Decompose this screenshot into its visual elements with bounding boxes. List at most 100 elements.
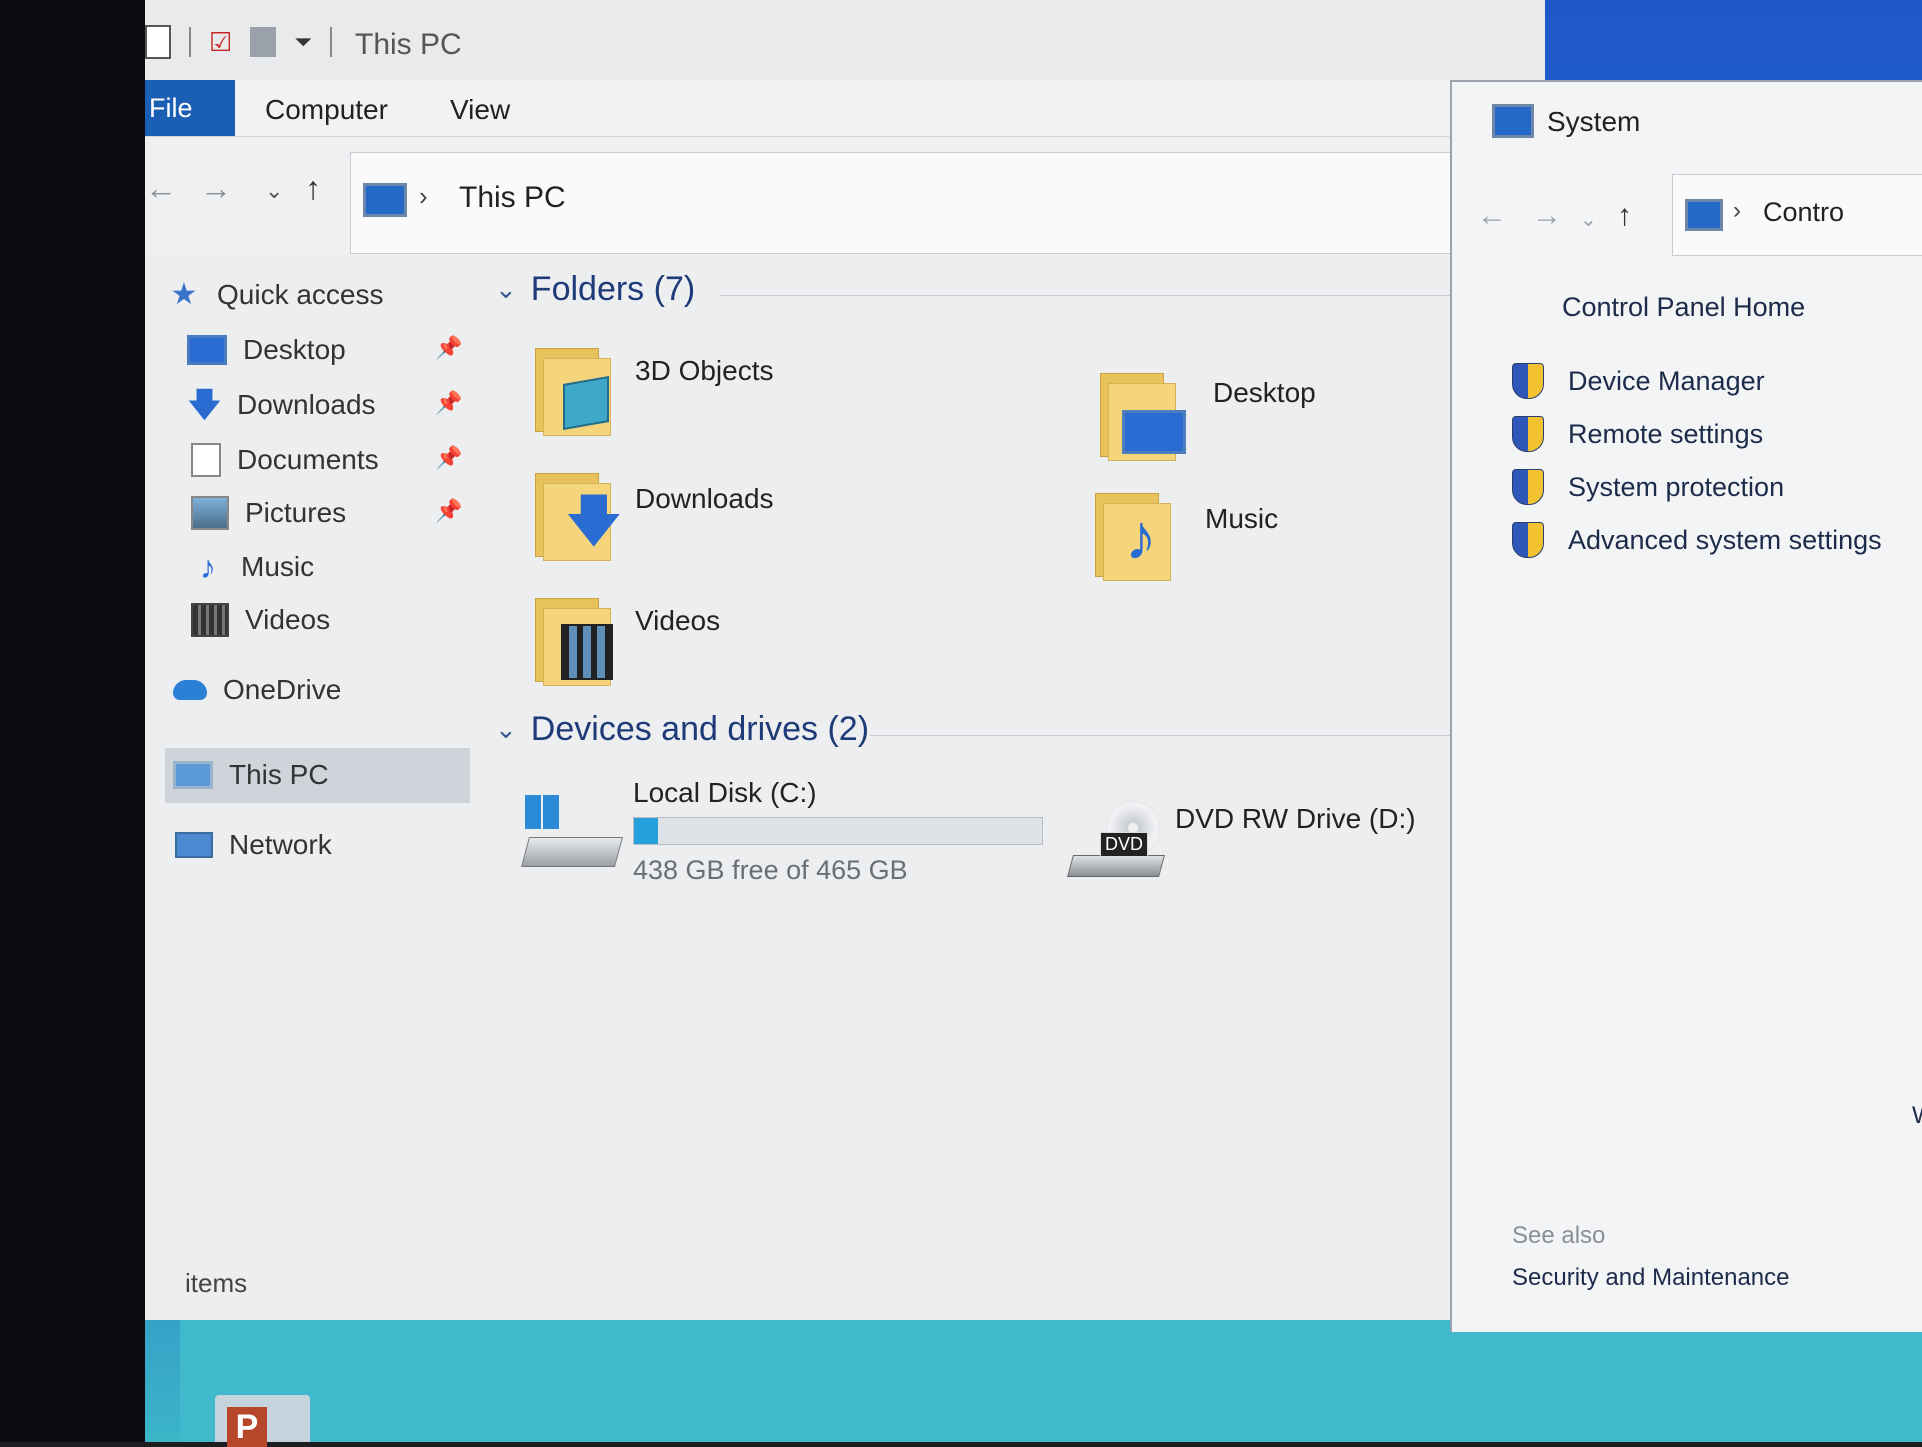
see-also-heading: See also — [1512, 1222, 1606, 1249]
folder-downloads-icon[interactable]: 🡇 — [535, 465, 623, 561]
folder-desktop-icon[interactable] — [1100, 365, 1186, 461]
nav-item-pictures[interactable]: Pictures — [191, 493, 346, 533]
new-folder-icon[interactable] — [250, 27, 277, 57]
folder-music-icon[interactable]: ♪ — [1095, 485, 1175, 581]
nav-label: Videos — [245, 604, 331, 635]
section-title: Devices and drives (2) — [530, 710, 870, 748]
music-icon: ♪ — [200, 549, 216, 585]
back-arrow-icon[interactable]: ← — [145, 170, 177, 207]
download-arrow-icon: 🡇 — [565, 489, 623, 552]
tab-file[interactable]: File — [145, 80, 235, 136]
dvd-drive-icon[interactable]: DVD — [1067, 800, 1165, 880]
control-panel-home-link[interactable]: Control Panel Home — [1562, 292, 1805, 323]
nav-label: Music — [241, 551, 315, 582]
folder-label[interactable]: 3D Objects — [635, 355, 774, 387]
pin-icon[interactable]: 📌 — [435, 445, 462, 471]
nav-item-documents[interactable]: Documents — [191, 440, 379, 480]
drive-name[interactable]: Local Disk (C:) — [633, 777, 817, 809]
folder-videos-icon[interactable] — [535, 590, 615, 686]
monitor-bezel — [0, 0, 145, 1442]
nav-item-network[interactable]: Network — [175, 825, 332, 865]
window-title: This PC — [355, 28, 462, 61]
nav-label: This PC — [229, 759, 329, 790]
videos-icon — [191, 603, 229, 637]
customize-toolbar-icon[interactable]: ⏷ — [294, 29, 312, 55]
nav-item-downloads[interactable]: 🡇 Downloads — [187, 385, 376, 425]
folder-label[interactable]: Music — [1205, 503, 1278, 535]
chevron-down-icon[interactable]: ⌄ — [495, 714, 517, 745]
remote-settings-link[interactable]: Remote settings — [1512, 415, 1763, 453]
folder-3d-objects-icon[interactable] — [535, 340, 615, 436]
nav-label: Network — [229, 829, 332, 860]
disk-usage-bar — [633, 817, 1043, 845]
pin-icon[interactable]: 📌 — [435, 498, 462, 524]
properties-icon[interactable]: ☑ — [209, 27, 232, 58]
film-strip-icon — [561, 624, 613, 680]
up-arrow-icon[interactable]: ↑ — [1617, 199, 1632, 233]
partial-text: W — [1912, 1102, 1922, 1130]
computer-icon — [173, 761, 213, 789]
chevron-down-icon[interactable]: ⌄ — [495, 274, 517, 305]
folder-label[interactable]: Desktop — [1213, 377, 1316, 409]
nav-quick-access[interactable]: ★ Quick access — [167, 275, 384, 315]
nav-item-this-pc[interactable]: This PC — [173, 755, 329, 795]
chevron-right-icon[interactable]: › — [419, 181, 428, 212]
tab-view[interactable]: View — [450, 94, 510, 126]
nav-item-onedrive[interactable]: OneDrive — [173, 670, 341, 710]
star-icon: ★ — [170, 278, 198, 311]
nav-label: Quick access — [217, 279, 384, 310]
breadcrumb[interactable]: Contro — [1763, 197, 1844, 228]
recent-locations-icon[interactable]: ⌄ — [265, 178, 283, 204]
address-bar[interactable]: › This PC — [350, 152, 1547, 254]
shield-icon — [1512, 416, 1544, 452]
nav-item-videos[interactable]: Videos — [191, 600, 330, 640]
shield-icon — [1512, 363, 1544, 399]
pin-icon[interactable]: 📌 — [435, 390, 462, 416]
status-item-count: items — [185, 1268, 248, 1298]
cube-icon — [563, 375, 609, 431]
forward-arrow-icon[interactable]: → — [200, 170, 232, 207]
recent-locations-icon[interactable]: ⌄ — [1580, 207, 1597, 232]
nav-label: Pictures — [245, 497, 347, 528]
shield-icon — [1512, 522, 1544, 558]
toolbar-separator — [329, 27, 332, 57]
folder-label[interactable]: Videos — [635, 605, 720, 637]
toolbar-separator — [189, 27, 191, 57]
nav-label: Documents — [237, 444, 379, 475]
control-panel-icon — [1685, 199, 1723, 231]
section-divider — [720, 295, 1540, 296]
system-window: System ← → ⌄ ↑ › Contro Control Panel Ho… — [1450, 80, 1922, 1332]
advanced-system-settings-link[interactable]: Advanced system settings — [1512, 521, 1882, 559]
powerpoint-icon: P — [227, 1407, 267, 1447]
navigation-bar: ← → ⌄ ↑ › This PC — [145, 140, 1547, 255]
forward-arrow-icon[interactable]: → — [1532, 199, 1562, 233]
documents-icon — [191, 443, 221, 477]
drive-name[interactable]: DVD RW Drive (D:) — [1175, 803, 1416, 835]
security-maintenance-link[interactable]: Security and Maintenance — [1512, 1264, 1790, 1292]
drive-tray-icon — [1067, 855, 1165, 877]
music-note-icon: ♪ — [1125, 501, 1157, 573]
device-manager-link[interactable]: Device Manager — [1512, 362, 1765, 400]
taskbar-app-button[interactable]: P — [215, 1395, 310, 1447]
content-pane: ⌄ Folders (7) 3D Objects Desktop 🡇 Downl… — [475, 255, 1545, 1305]
breadcrumb[interactable]: This PC — [459, 181, 566, 215]
chevron-right-icon[interactable]: › — [1733, 197, 1741, 225]
up-arrow-icon[interactable]: ↑ — [305, 170, 321, 207]
disk-usage-fill — [634, 818, 658, 844]
nav-item-music[interactable]: ♪ Music — [191, 547, 314, 587]
address-bar[interactable]: › Contro — [1672, 174, 1922, 256]
monitor-icon — [1122, 410, 1186, 454]
back-arrow-icon[interactable]: ← — [1477, 199, 1507, 233]
devices-section-header[interactable]: ⌄ Devices and drives (2) — [495, 710, 869, 749]
pin-icon[interactable]: 📌 — [435, 335, 462, 361]
folders-section-header[interactable]: ⌄ Folders (7) — [495, 270, 695, 309]
local-disk-icon[interactable] — [520, 795, 624, 875]
system-protection-link[interactable]: System protection — [1512, 468, 1784, 506]
folder-label[interactable]: Downloads — [635, 483, 774, 515]
link-label: Remote settings — [1568, 418, 1764, 449]
tab-computer[interactable]: Computer — [265, 94, 388, 126]
window-title: System — [1547, 106, 1641, 137]
nav-item-desktop[interactable]: Desktop — [187, 330, 346, 370]
nav-label: Downloads — [237, 389, 376, 420]
dvd-badge: DVD — [1100, 832, 1149, 857]
